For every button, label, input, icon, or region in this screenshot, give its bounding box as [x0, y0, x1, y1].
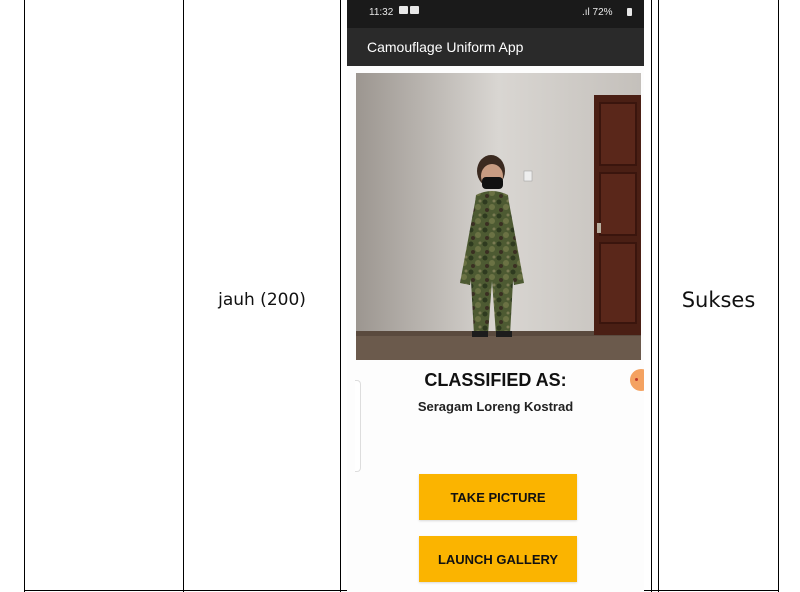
side-card-edge [355, 380, 361, 472]
video-icon [410, 6, 419, 14]
classified-value: Seragam Loreng Kostrad [417, 399, 574, 414]
phone-screenshot: 11:32 .ıl 72% Camouflage Uniform App CLA… [347, 0, 644, 592]
notification-icons [399, 6, 419, 14]
distance-cell: jauh (200) [218, 290, 306, 310]
launch-gallery-button[interactable]: LAUNCH GALLERY [419, 536, 577, 582]
take-picture-button[interactable]: TAKE PICTURE [419, 474, 577, 520]
person-in-camouflage-uniform-photo [356, 73, 641, 360]
camera-icon [399, 6, 408, 14]
result-cell: Sukses [681, 288, 756, 312]
table-border-left [24, 0, 25, 592]
status-bar: 11:32 .ıl 72% [347, 0, 644, 28]
app-title: Camouflage Uniform App [347, 28, 644, 66]
classified-label: CLASSIFIED AS: [424, 370, 567, 390]
signal-battery-text: .ıl 72% [582, 7, 613, 18]
table-border-right [778, 0, 779, 592]
status-time: 11:32 [369, 7, 394, 18]
table-border-col2 [340, 0, 341, 592]
battery-icon [627, 8, 632, 16]
table-border-col3a [651, 0, 652, 592]
